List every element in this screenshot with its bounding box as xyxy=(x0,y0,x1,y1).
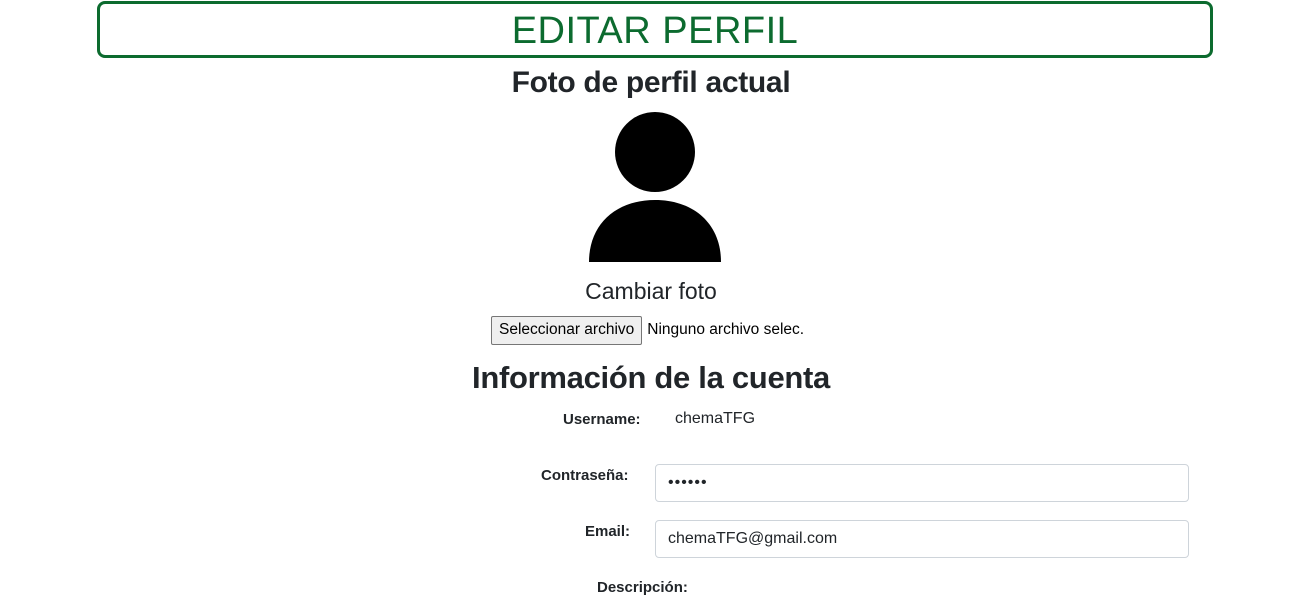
change-photo-label: Cambiar foto xyxy=(585,278,717,304)
page-title-box: EDITAR PERFIL xyxy=(97,1,1213,58)
username-value: chemaTFG xyxy=(675,410,756,427)
email-field[interactable] xyxy=(655,520,1189,558)
account-info-heading: Información de la cuenta xyxy=(472,360,830,395)
avatar-body-shape xyxy=(589,200,721,262)
edit-profile-page: EDITAR PERFIL Foto de perfil actual Camb… xyxy=(0,0,1302,609)
select-file-button[interactable]: Seleccionar archivo xyxy=(491,315,643,345)
username-label: Username: xyxy=(563,411,641,428)
avatar-head-shape xyxy=(615,112,695,192)
person-silhouette-icon xyxy=(589,112,721,262)
file-status-text: Ninguno archivo selec. xyxy=(647,321,805,338)
current-photo-heading: Foto de perfil actual xyxy=(511,66,791,99)
description-label: Descripción: xyxy=(597,579,688,596)
password-field[interactable] xyxy=(655,464,1189,502)
password-label: Contraseña: xyxy=(541,467,629,484)
page-title: EDITAR PERFIL xyxy=(511,9,799,52)
email-label: Email: xyxy=(585,523,631,540)
file-input[interactable]: Seleccionar archivo Ninguno archivo sele… xyxy=(491,315,804,345)
